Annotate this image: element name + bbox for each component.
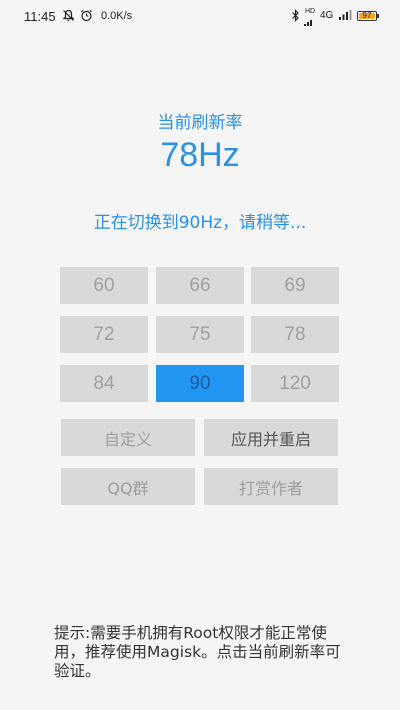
rate-button-72[interactable]: 72 (60, 316, 148, 353)
battery-cap (377, 14, 379, 18)
custom-button[interactable]: 自定义 (61, 419, 195, 456)
mute-icon (62, 9, 75, 22)
rate-button-78[interactable]: 78 (251, 316, 339, 353)
bluetooth-icon (291, 9, 300, 22)
donate-button[interactable]: 打赏作者 (204, 468, 338, 505)
hd-icon: HD (305, 8, 315, 15)
hd-label: HD (305, 8, 316, 15)
current-rate-value[interactable]: 78Hz (0, 136, 400, 175)
net-speed: 0.0K/s (101, 10, 133, 22)
signal-icon (338, 9, 352, 22)
network-type: 4G (320, 10, 334, 21)
status-time: 11:45 (24, 9, 56, 24)
rate-button-90[interactable]: 90 (156, 365, 244, 402)
alarm-icon (80, 9, 93, 22)
rate-button-69[interactable]: 69 (251, 267, 339, 304)
battery-level: 97 (362, 11, 372, 20)
qq-group-button[interactable]: QQ群 (61, 468, 195, 505)
signal-icon-small (304, 15, 314, 26)
battery-icon: 97 (357, 11, 377, 21)
current-rate-label: 当前刷新率 (157, 113, 243, 133)
rate-button-75[interactable]: 75 (156, 316, 244, 353)
rate-button-120[interactable]: 120 (251, 365, 339, 402)
hint-text: 提示:需要手机拥有Root权限才能正常使用，推荐使用Magisk。点击当前刷新率… (54, 624, 341, 680)
rate-button-66[interactable]: 66 (156, 267, 244, 304)
rate-button-60[interactable]: 60 (60, 267, 148, 304)
rate-button-84[interactable]: 84 (60, 365, 148, 402)
status-bar: 11:45 0.0K/s HD 4G 97 (0, 0, 400, 32)
switching-status: 正在切换到90Hz，请稍等... (93, 213, 307, 233)
apply-restart-button[interactable]: 应用并重启 (204, 419, 338, 456)
